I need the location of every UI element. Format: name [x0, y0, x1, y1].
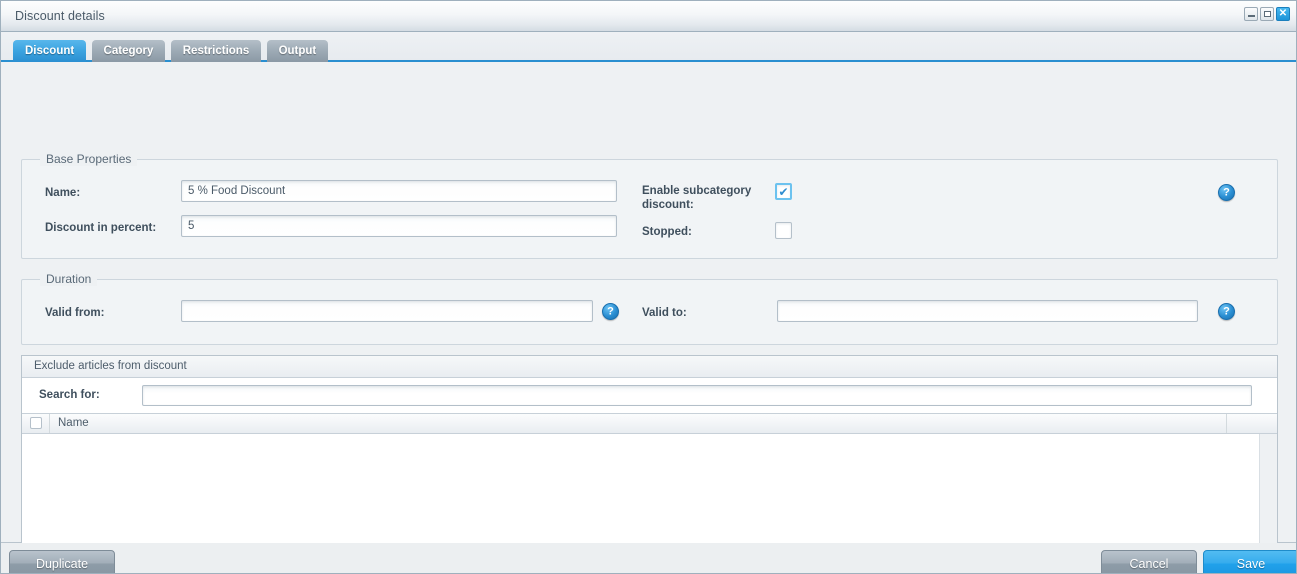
column-header-spacer — [1227, 414, 1277, 433]
discount-percent-input[interactable]: 5 — [181, 215, 617, 237]
search-input[interactable] — [142, 385, 1252, 406]
discount-details-window: Discount details ✕ Discount Category Res… — [0, 0, 1297, 574]
tab-content-discount: Base Properties Name: 5 % Food Discount … — [1, 62, 1296, 554]
footer-bar: Duplicate Cancel Save — [1, 543, 1296, 573]
valid-to-input[interactable] — [777, 300, 1198, 322]
valid-from-input[interactable] — [181, 300, 593, 322]
name-label: Name: — [45, 187, 81, 199]
valid-to-help-icon[interactable] — [1218, 303, 1235, 320]
select-all-header-cell[interactable] — [22, 414, 50, 433]
exclude-panel-title: Exclude articles from discount — [22, 356, 1277, 378]
subcategory-label: Enable subcategory discount: — [642, 185, 752, 211]
stopped-label: Stopped: — [642, 226, 692, 238]
table-header-row: Name — [22, 414, 1277, 434]
duration-group: Duration Valid from: Valid to: — [21, 272, 1278, 345]
name-input[interactable]: 5 % Food Discount — [181, 180, 617, 202]
enable-subcategory-discount-checkbox[interactable] — [775, 183, 792, 200]
exclude-articles-panel: Exclude articles from discount Search fo… — [21, 355, 1278, 554]
table-body — [22, 434, 1277, 553]
table-scroll-gutter[interactable] — [1259, 434, 1277, 553]
close-icon: ✕ — [1278, 8, 1288, 19]
cancel-button[interactable]: Cancel — [1101, 550, 1197, 573]
base-properties-group: Base Properties Name: 5 % Food Discount … — [21, 152, 1278, 259]
valid-from-label: Valid from: — [45, 307, 105, 319]
valid-to-label: Valid to: — [642, 307, 687, 319]
base-properties-legend: Base Properties — [40, 152, 138, 166]
save-button[interactable]: Save — [1203, 550, 1296, 573]
title-bar: Discount details ✕ — [1, 1, 1296, 32]
search-row: Search for: — [22, 378, 1277, 414]
discount-percent-label: Discount in percent: — [45, 222, 157, 234]
valid-from-help-icon[interactable] — [602, 303, 619, 320]
duration-legend: Duration — [40, 272, 98, 286]
tab-category[interactable]: Category — [91, 40, 166, 62]
window-title: Discount details — [15, 9, 105, 23]
base-properties-help-icon[interactable] — [1218, 184, 1235, 201]
minimize-button[interactable] — [1244, 7, 1258, 21]
duplicate-button[interactable]: Duplicate — [9, 550, 115, 573]
select-all-checkbox[interactable] — [30, 417, 42, 429]
tab-discount[interactable]: Discount — [13, 40, 87, 62]
tab-bar: Discount Category Restrictions Output — [1, 32, 1296, 62]
tab-restrictions[interactable]: Restrictions — [170, 40, 262, 62]
close-button[interactable]: ✕ — [1276, 7, 1290, 21]
maximize-button[interactable] — [1260, 7, 1274, 21]
window-controls: ✕ — [1244, 7, 1290, 21]
stopped-checkbox[interactable] — [775, 222, 792, 239]
tab-output[interactable]: Output — [266, 40, 329, 62]
column-header-name[interactable]: Name — [50, 414, 1227, 433]
search-label: Search for: — [39, 389, 100, 401]
